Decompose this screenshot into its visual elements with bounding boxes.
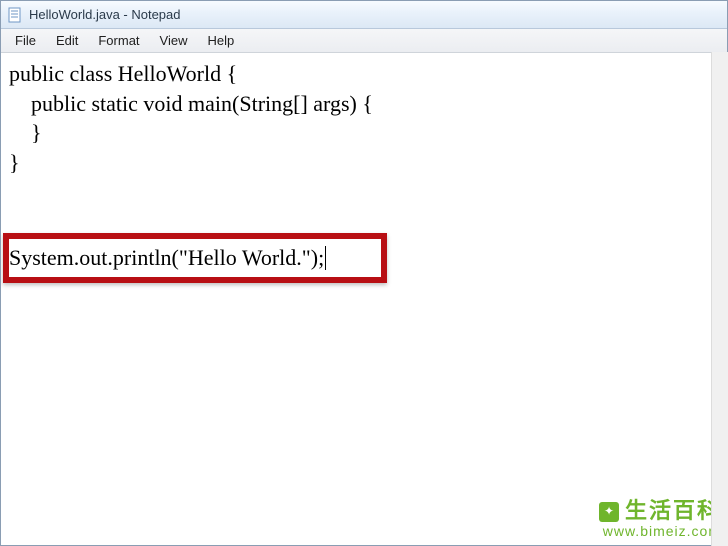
code-line: public static void main(String[] args) {	[9, 89, 719, 119]
watermark-text: 生活百科	[625, 499, 721, 523]
menubar: File Edit Format View Help	[1, 29, 727, 53]
watermark-icon: ✦	[599, 502, 619, 522]
text-cursor	[325, 246, 326, 270]
watermark-url: www.bimeiz.com	[599, 524, 721, 539]
notepad-icon	[7, 7, 23, 23]
text-editor[interactable]: public class HelloWorld { public static …	[1, 53, 727, 545]
highlighted-code-line: System.out.println("Hello World.");	[9, 243, 324, 273]
window-title: HelloWorld.java - Notepad	[29, 7, 181, 22]
titlebar[interactable]: HelloWorld.java - Notepad	[1, 1, 727, 29]
highlighted-code-wrap: System.out.println("Hello World.");	[9, 243, 326, 273]
watermark: ✦ 生活百科 www.bimeiz.com	[599, 499, 721, 539]
notepad-window: HelloWorld.java - Notepad File Edit Form…	[0, 0, 728, 546]
menu-edit[interactable]: Edit	[46, 31, 88, 50]
vertical-scrollbar[interactable]	[711, 52, 728, 546]
code-line: }	[9, 118, 719, 148]
menu-help[interactable]: Help	[197, 31, 244, 50]
menu-file[interactable]: File	[5, 31, 46, 50]
menu-format[interactable]: Format	[88, 31, 149, 50]
menu-view[interactable]: View	[150, 31, 198, 50]
code-line: }	[9, 148, 719, 178]
code-line: public class HelloWorld {	[9, 59, 719, 89]
